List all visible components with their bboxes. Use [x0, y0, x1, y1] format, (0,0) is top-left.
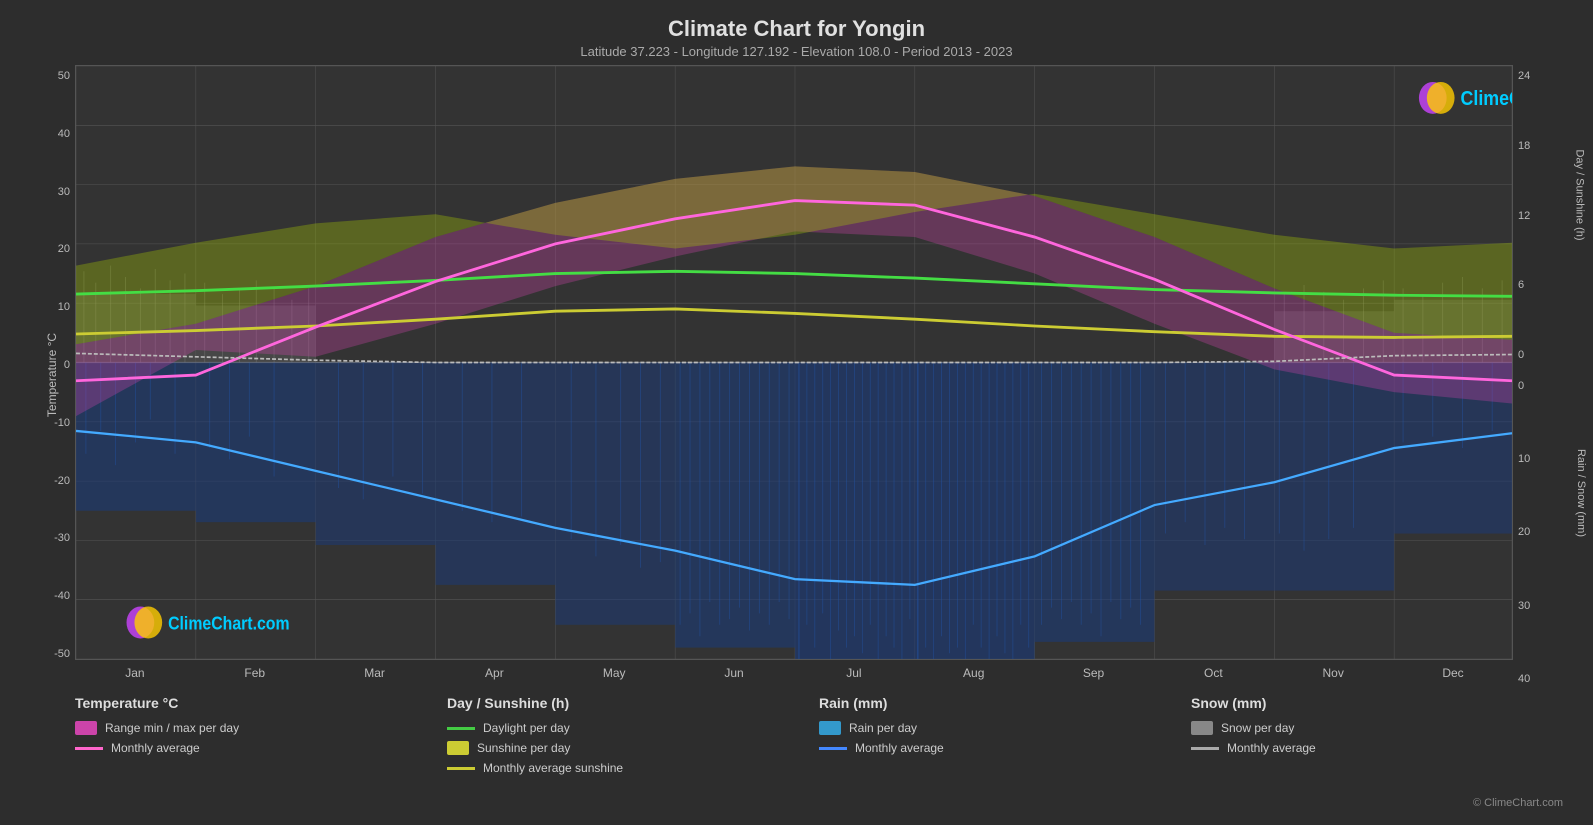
svg-text:ClimeChart.com: ClimeChart.com — [1461, 88, 1512, 110]
legend-col-sunshine: Day / Sunshine (h) Daylight per day Suns… — [447, 695, 819, 815]
legend-title-snow: Snow (mm) — [1191, 695, 1563, 711]
legend-line-temp-avg — [75, 747, 103, 750]
watermark-top-right-chart: ClimeChart.com — [1419, 82, 1512, 114]
page-wrapper: Climate Chart for Yongin Latitude 37.223… — [0, 0, 1593, 825]
x-axis: Jan Feb Mar Apr May Jun Jul Aug Sep Oct … — [75, 660, 1513, 685]
legend-col-rain: Rain (mm) Rain per day Monthly average — [819, 695, 1191, 815]
x-tick-nov: Nov — [1273, 666, 1393, 680]
legend-item-snow-per-day: Snow per day — [1191, 721, 1563, 735]
legend-col-temperature: Temperature °C Range min / max per day M… — [75, 695, 447, 815]
legend-item-sunshine-avg: Monthly average sunshine — [447, 761, 819, 775]
legend-item-rain-per-day: Rain per day — [819, 721, 1191, 735]
y-axis-left: Temperature °C 50 40 30 20 10 0 -10 -20 … — [20, 65, 75, 685]
legend-line-snow-avg — [1191, 747, 1219, 750]
legend-title-rain: Rain (mm) — [819, 695, 1191, 711]
x-tick-mar: Mar — [315, 666, 435, 680]
chart-subtitle: Latitude 37.223 - Longitude 127.192 - El… — [20, 44, 1573, 59]
y-left-label: Temperature °C — [45, 333, 59, 417]
x-tick-sep: Sep — [1034, 666, 1154, 680]
legend-swatch-snow — [1191, 721, 1213, 735]
chart-title: Climate Chart for Yongin — [20, 16, 1573, 42]
legend-title-sunshine: Day / Sunshine (h) — [447, 695, 819, 711]
legend-item-temp-avg: Monthly average — [75, 741, 447, 755]
y-right-label-top: Day / Sunshine (h) — [1573, 149, 1585, 240]
legend-item-rain-avg: Monthly average — [819, 741, 1191, 755]
x-tick-dec: Dec — [1393, 666, 1513, 680]
chart-area: Temperature °C 50 40 30 20 10 0 -10 -20 … — [20, 65, 1573, 685]
chart-header: Climate Chart for Yongin Latitude 37.223… — [20, 10, 1573, 61]
legend-area: Temperature °C Range min / max per day M… — [20, 685, 1573, 815]
chart-svg: ClimeChart.com ClimeChart.com — [76, 66, 1512, 659]
legend-title-temp: Temperature °C — [75, 695, 447, 711]
chart-inner: ClimeChart.com ClimeChart.com Jan Feb Ma… — [75, 65, 1513, 685]
x-tick-may: May — [554, 666, 674, 680]
chart-canvas: ClimeChart.com ClimeChart.com — [75, 65, 1513, 660]
svg-text:ClimeChart.com: ClimeChart.com — [168, 613, 289, 633]
legend-swatch-rain — [819, 721, 841, 735]
x-tick-aug: Aug — [914, 666, 1034, 680]
x-tick-feb: Feb — [195, 666, 315, 680]
x-tick-oct: Oct — [1153, 666, 1273, 680]
legend-item-temp-range: Range min / max per day — [75, 721, 447, 735]
legend-item-sunshine-per-day: Sunshine per day — [447, 741, 819, 755]
x-tick-apr: Apr — [434, 666, 554, 680]
y-axis-right: 24 18 12 6 0 0 10 20 30 40 Day / Sunshin… — [1513, 65, 1573, 685]
legend-line-sunshine-avg — [447, 767, 475, 770]
y-right-label-bottom: Rain / Snow (mm) — [1575, 449, 1587, 537]
x-tick-jul: Jul — [794, 666, 914, 680]
legend-swatch-sunshine — [447, 741, 469, 755]
legend-item-daylight: Daylight per day — [447, 721, 819, 735]
legend-line-rain-avg — [819, 747, 847, 750]
legend-line-daylight — [447, 727, 475, 730]
x-tick-jun: Jun — [674, 666, 794, 680]
legend-swatch-temp-range — [75, 721, 97, 735]
legend-item-snow-avg: Monthly average — [1191, 741, 1563, 755]
copyright: © ClimeChart.com — [1473, 797, 1563, 809]
x-tick-jan: Jan — [75, 666, 195, 680]
